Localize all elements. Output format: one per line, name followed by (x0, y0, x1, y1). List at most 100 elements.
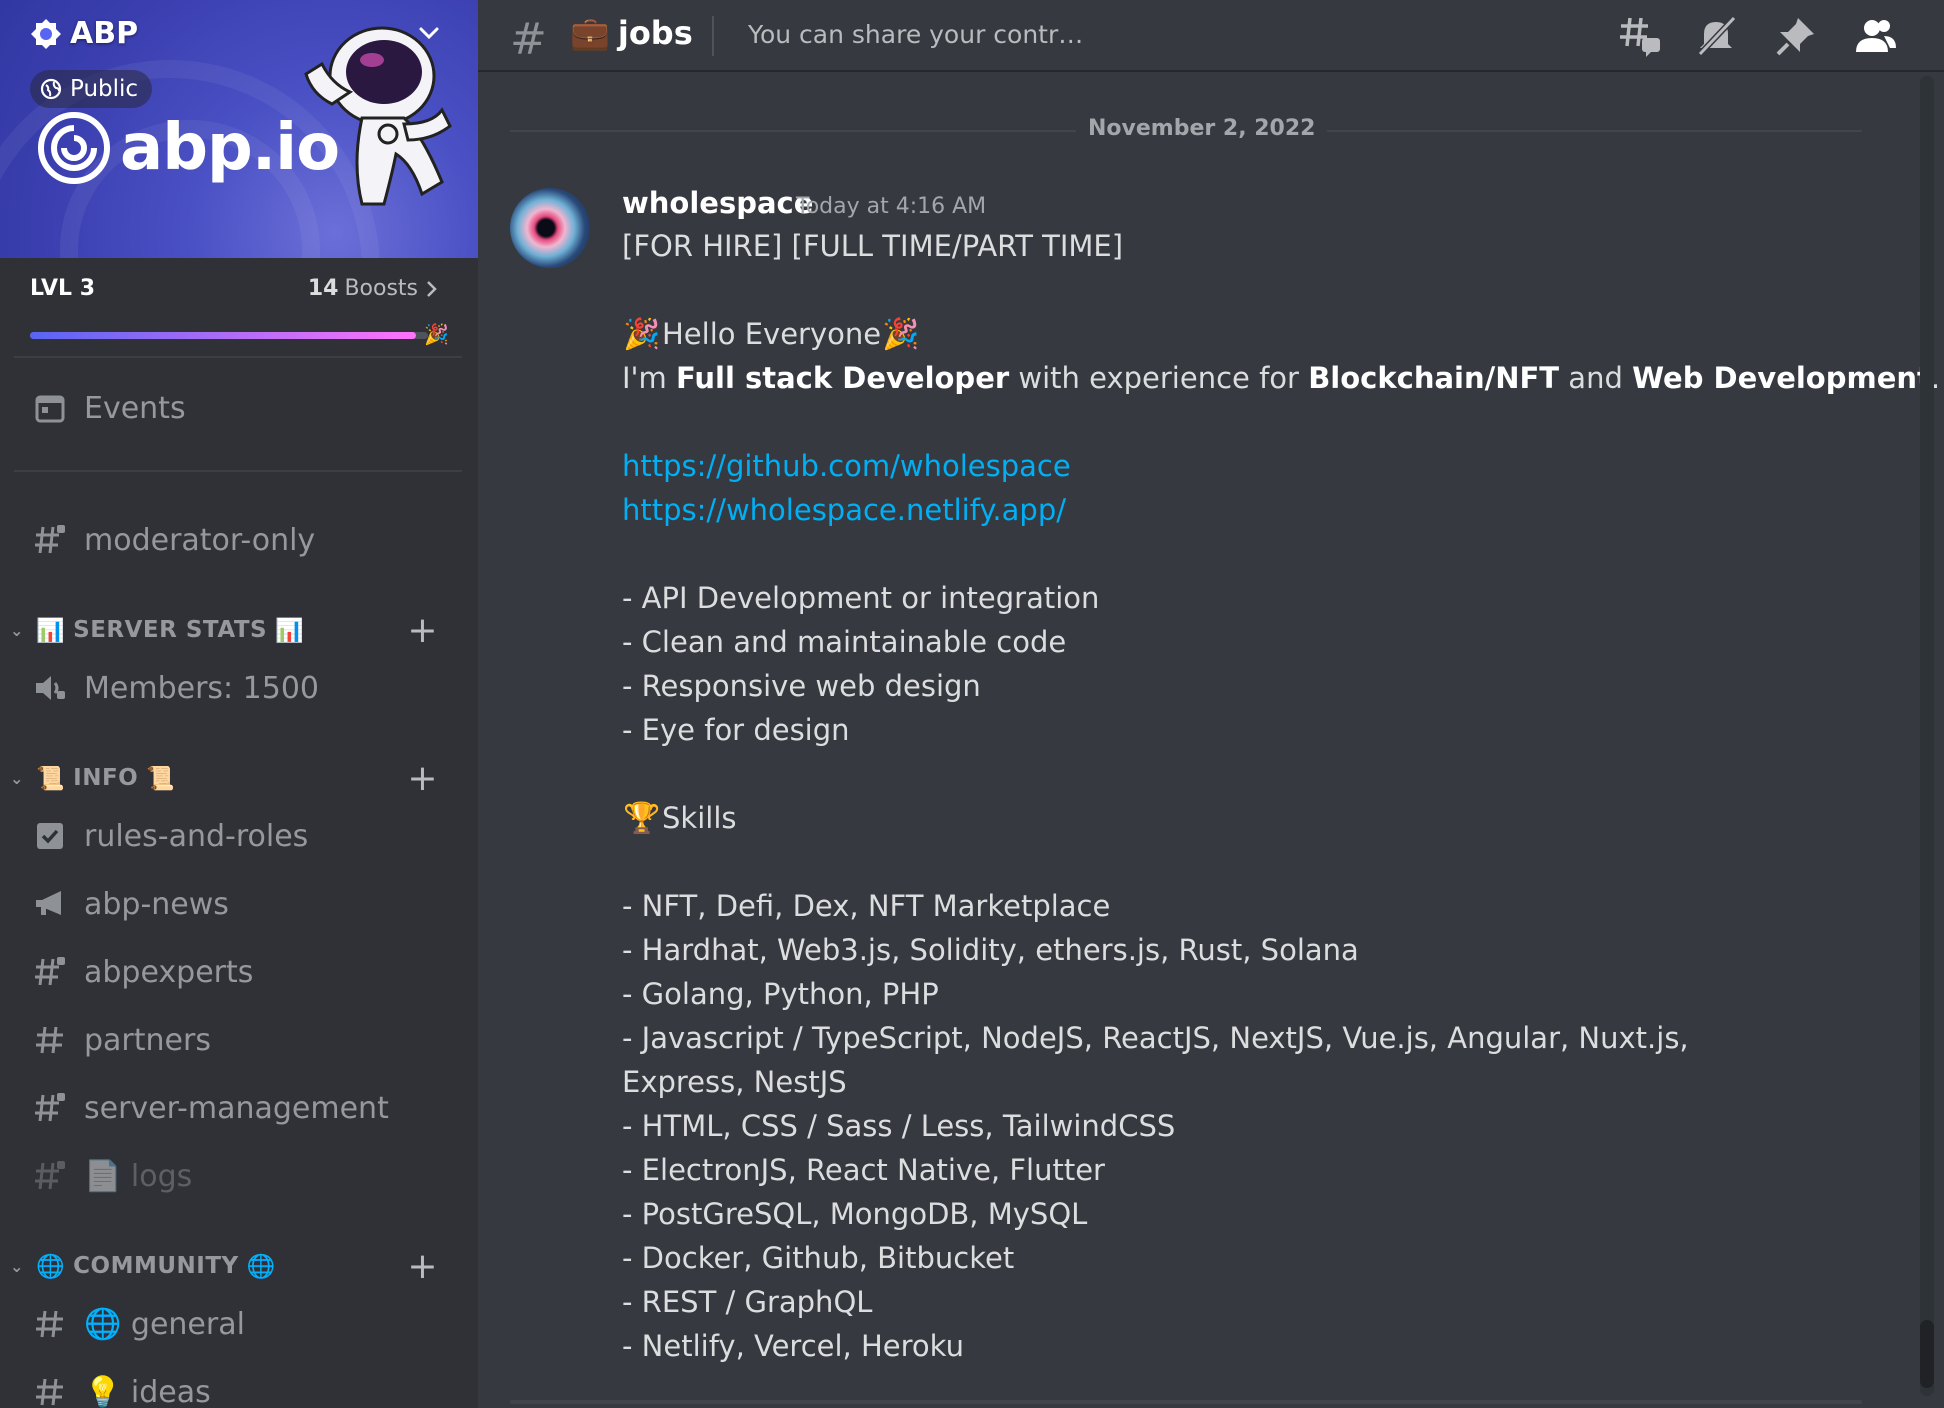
locked-hash-icon (32, 1158, 68, 1194)
skill-item: - Golang, Python, PHP (622, 977, 939, 1011)
notifications-muted-bell-icon[interactable] (1694, 14, 1738, 58)
globe-icon: 🌐 (246, 1253, 276, 1280)
discord-app: ABP Public abp.io LVL 3 14 Boosts 🎉 Even… (0, 0, 1944, 1408)
globe-icon (40, 78, 62, 100)
bold-field: Web Development (1632, 361, 1931, 395)
create-channel-plus-icon[interactable]: + (407, 610, 438, 651)
channel-sidebar: ABP Public abp.io LVL 3 14 Boosts 🎉 Even… (0, 0, 478, 1408)
channel-label: rules-and-roles (84, 818, 309, 854)
category-label: SERVER STATS (73, 617, 268, 643)
abp-logo-mark-icon (38, 112, 110, 184)
channel-label: ideas (130, 1374, 211, 1408)
intro-line: I'm Full stack Developer with experience… (622, 356, 1940, 400)
message-timestamp[interactable]: Today at 4:16 AM (796, 194, 986, 219)
service-item: - Responsive web design (622, 669, 981, 703)
locked-voice-icon (32, 670, 68, 706)
skill-item: - PostGreSQL, MongoDB, MySQL (622, 1197, 1088, 1231)
create-channel-plus-icon[interactable]: + (407, 1246, 438, 1287)
member-list-icon[interactable] (1854, 14, 1898, 58)
skill-item: - ElectronJS, React Native, Flutter (622, 1153, 1105, 1187)
boost-progress-bar (30, 332, 428, 339)
intro-text: I'm (622, 361, 676, 395)
channel-server-management[interactable]: server-management (14, 1080, 462, 1136)
boost-count[interactable]: 14 Boosts (308, 276, 440, 301)
date-divider-label: November 2, 2022 (1076, 116, 1328, 141)
channel-title: 💼 jobs (570, 14, 693, 52)
megaphone-icon (32, 886, 68, 922)
scrollbar-track[interactable] (1920, 76, 1934, 1396)
message-line: [FOR HIRE] [FULL TIME/PART TIME] (622, 229, 1124, 263)
skill-item: - HTML, CSS / Sass / Less, TailwindCSS (622, 1109, 1176, 1143)
chevron-down-icon: ⌄ (10, 768, 24, 788)
channel-abp-news[interactable]: abp-news (14, 876, 462, 932)
greeting-line: 🎉Hello Everyone🎉 (622, 312, 1822, 356)
pin-icon[interactable] (1774, 14, 1818, 58)
page-facing-up-icon: 📄 (84, 1158, 122, 1194)
service-item: - Eye for design (622, 713, 850, 747)
avatar[interactable] (510, 188, 590, 268)
chevron-right-icon (427, 280, 437, 297)
bar-chart-icon: 📊 (275, 617, 305, 644)
channel-label: Members: 1500 (84, 670, 320, 706)
channel-label: general (130, 1306, 245, 1342)
scroll-icon: 📜 (36, 765, 66, 792)
channel-label: abpexperts (84, 954, 254, 990)
skill-item: - Docker, Github, Bitbucket (622, 1241, 1015, 1275)
locked-hash-icon (32, 954, 68, 990)
channel-topic[interactable]: You can share your contract-based work o… (748, 20, 1086, 49)
greeting-text: Hello Everyone (662, 317, 882, 351)
channel-members-count[interactable]: Members: 1500 (14, 660, 462, 716)
channel-rules-and-roles[interactable]: rules-and-roles (14, 808, 462, 864)
message-list: November 2, 2022 wholespace Today at 4:1… (478, 74, 1944, 1408)
service-item: - Clean and maintainable code (622, 625, 1067, 659)
events-item[interactable]: Events (14, 380, 462, 436)
header-divider (712, 16, 714, 56)
github-link[interactable]: https://github.com/wholespace (622, 449, 1071, 483)
public-badge[interactable]: Public (30, 70, 153, 108)
message-content: [FOR HIRE] [FULL TIME/PART TIME] 🎉Hello … (622, 224, 1940, 1368)
server-banner[interactable]: ABP Public abp.io (0, 0, 478, 258)
locked-hash-icon (32, 522, 68, 558)
channel-moderator-only[interactable]: moderator-only (14, 512, 462, 568)
sidebar-divider (14, 470, 462, 472)
category-server-stats[interactable]: ⌄ 📊 SERVER STATS 📊 + (6, 610, 470, 651)
astronaut-mascot-icon (304, 26, 452, 206)
globe-icon: 🌐 (36, 1253, 66, 1280)
channel-partners[interactable]: partners (14, 1012, 462, 1068)
server-level: LVL 3 (30, 276, 96, 301)
skills-title: Skills (662, 801, 737, 835)
channel-logs[interactable]: 📄 logs (14, 1148, 462, 1204)
party-popper-icon: 🎉 (424, 322, 449, 346)
category-label: INFO (73, 765, 139, 791)
intro-text: and (1559, 361, 1633, 395)
portfolio-link[interactable]: https://wholespace.netlify.app/ (622, 493, 1066, 527)
channel-label: abp-news (84, 886, 229, 922)
skill-item: - REST / GraphQL (622, 1285, 873, 1319)
boost-progress-header[interactable]: LVL 3 14 Boosts (30, 276, 440, 301)
bold-field: Blockchain/NFT (1308, 361, 1560, 395)
skill-item: - Hardhat, Web3.js, Solidity, ethers.js,… (622, 933, 1359, 967)
hash-icon (32, 1374, 68, 1408)
light-bulb-icon: 💡 (84, 1374, 122, 1408)
channel-abpexperts[interactable]: abpexperts (14, 944, 462, 1000)
threads-icon[interactable] (1618, 14, 1662, 58)
trophy-icon: 🏆 (623, 801, 661, 836)
briefcase-icon: 💼 (570, 14, 610, 52)
scroll-icon: 📜 (146, 765, 176, 792)
hash-icon (32, 1306, 68, 1342)
scrollbar-thumb[interactable] (1920, 1320, 1934, 1388)
channel-name: jobs (617, 14, 693, 52)
channel-label: moderator-only (84, 522, 316, 558)
create-channel-plus-icon[interactable]: + (407, 758, 438, 799)
boost-progress-fill (30, 332, 417, 339)
channel-label: logs (130, 1158, 193, 1194)
message-author[interactable]: wholespace (622, 186, 813, 220)
category-info[interactable]: ⌄ 📜 INFO 📜 + (6, 758, 470, 799)
channel-ideas[interactable]: 💡 ideas (14, 1364, 462, 1408)
server-header[interactable]: ABP (30, 16, 138, 51)
locked-hash-icon (32, 1090, 68, 1126)
channel-general[interactable]: 🌐 general (14, 1296, 462, 1352)
calendar-icon (32, 390, 68, 426)
intro-text: with experience for (1009, 361, 1309, 395)
category-community[interactable]: ⌄ 🌐 COMMUNITY 🌐 + (6, 1246, 470, 1287)
